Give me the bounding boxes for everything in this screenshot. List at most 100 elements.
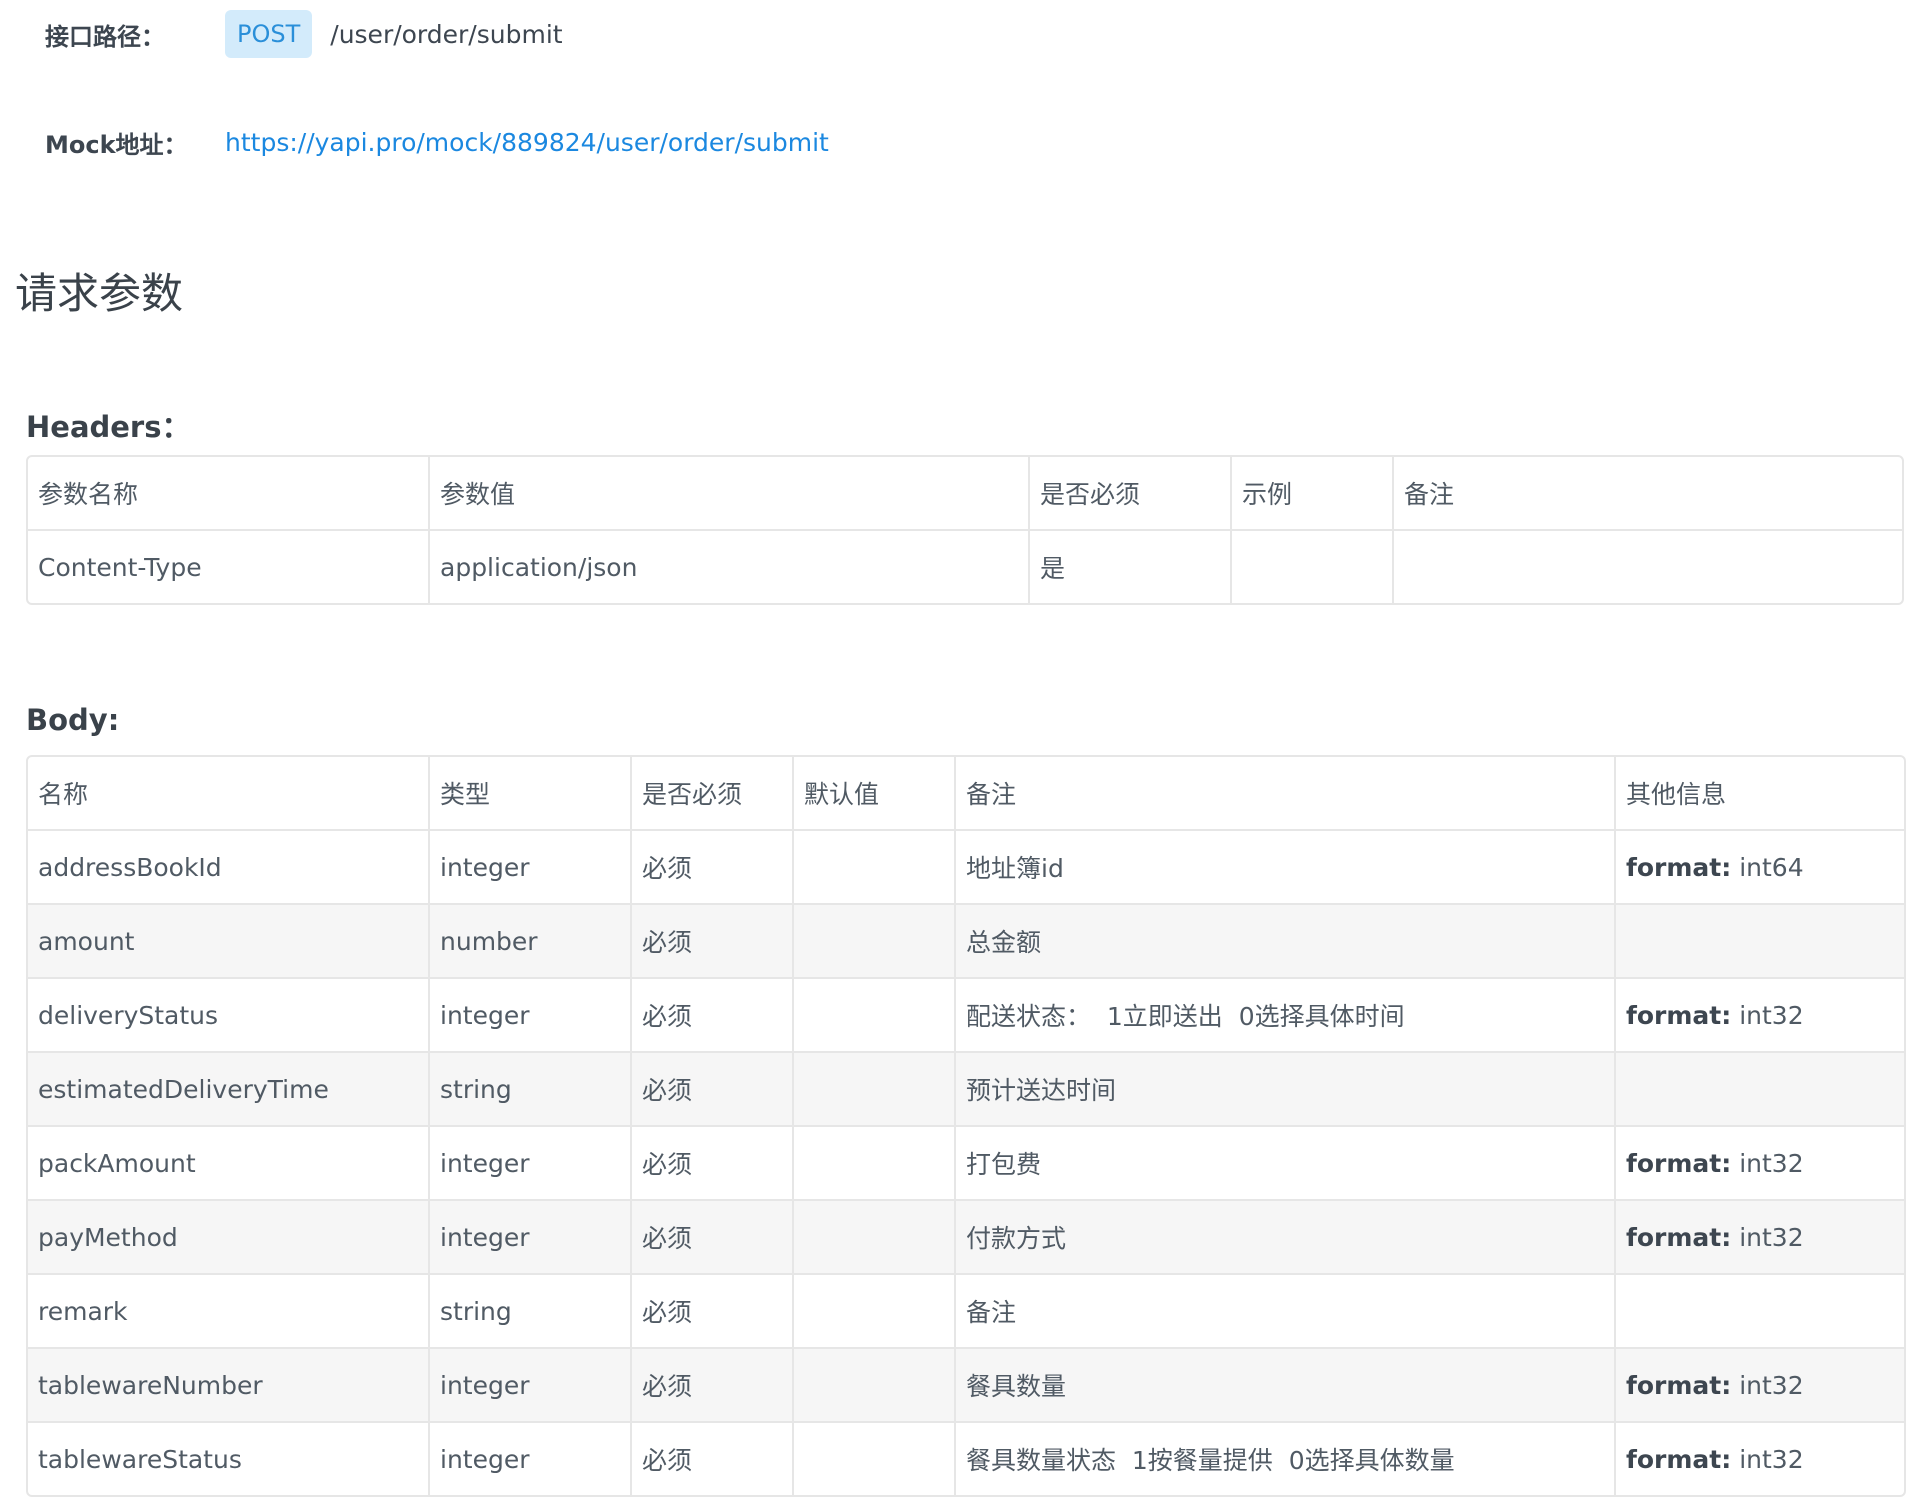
- param-default-cell: [793, 830, 956, 905]
- param-type-cell: string: [429, 1274, 632, 1349]
- format-value: int32: [1739, 1370, 1804, 1400]
- param-type-cell: string: [429, 1052, 632, 1127]
- table-row: tablewareNumber integer 必须 餐具数量 format: int3…: [28, 1348, 1904, 1423]
- headers-col-value: 参数值: [429, 457, 1030, 531]
- param-remark-cell: 总金额: [955, 904, 1616, 979]
- param-other-cell: [1615, 1274, 1904, 1349]
- header-remark-cell: [1393, 530, 1902, 603]
- headers-col-name: 参数名称: [28, 457, 430, 531]
- method-badge: POST: [225, 10, 313, 58]
- format-key: format:: [1626, 1000, 1732, 1030]
- body-col-remark: 备注: [955, 757, 1616, 831]
- param-default-cell: [793, 1052, 956, 1127]
- body-col-required: 是否必须: [631, 757, 794, 831]
- api-path-label: 接口路径：: [45, 22, 165, 51]
- param-required-cell: 必须: [631, 1200, 794, 1275]
- param-other-cell: format: int32: [1615, 1126, 1904, 1201]
- header-value-cell: application/json: [429, 530, 1030, 603]
- format-key: format:: [1626, 1444, 1732, 1474]
- param-required-cell: 必须: [631, 1274, 794, 1349]
- body-col-default: 默认值: [793, 757, 956, 831]
- format-value: int32: [1739, 1222, 1804, 1252]
- param-type-cell: integer: [429, 1126, 632, 1201]
- table-row: tablewareStatus integer 必须 餐具数量状态 1按餐量提供 0选…: [28, 1422, 1904, 1495]
- param-remark-cell: 餐具数量: [955, 1348, 1616, 1423]
- param-remark-cell: 预计送达时间: [955, 1052, 1616, 1127]
- table-row: Content-Type application/json 是: [28, 530, 1902, 603]
- body-col-other: 其他信息: [1615, 757, 1904, 831]
- body-title: Body:: [26, 703, 120, 737]
- param-name-cell: deliveryStatus: [28, 978, 430, 1053]
- param-remark-cell: 地址簿id: [955, 830, 1616, 905]
- param-type-cell: integer: [429, 1200, 632, 1275]
- body-col-name: 名称: [28, 757, 430, 831]
- param-name-cell: remark: [28, 1274, 430, 1349]
- param-other-cell: format: int32: [1615, 978, 1904, 1053]
- param-default-cell: [793, 904, 956, 979]
- table-row: payMethod integer 必须 付款方式 format: int32: [28, 1200, 1904, 1275]
- param-default-cell: [793, 1348, 956, 1423]
- format-key: format:: [1626, 1370, 1732, 1400]
- param-name-cell: packAmount: [28, 1126, 430, 1201]
- header-name-cell: Content-Type: [28, 530, 430, 603]
- param-required-cell: 必须: [631, 1052, 794, 1127]
- format-key: format:: [1626, 852, 1732, 882]
- param-other-cell: format: int32: [1615, 1422, 1904, 1495]
- body-col-type: 类型: [429, 757, 632, 831]
- param-type-cell: number: [429, 904, 632, 979]
- headers-col-remark: 备注: [1393, 457, 1902, 531]
- param-default-cell: [793, 1422, 956, 1495]
- param-other-cell: [1615, 1052, 1904, 1127]
- param-type-cell: integer: [429, 1422, 632, 1495]
- headers-title: Headers：: [26, 410, 191, 444]
- param-other-cell: format: int64: [1615, 830, 1904, 905]
- header-required-cell: 是: [1029, 530, 1232, 603]
- mock-url-row: Mock地址： https://yapi.pro/mock/889824/use…: [45, 125, 829, 160]
- param-required-cell: 必须: [631, 978, 794, 1053]
- api-path: /user/order/submit: [330, 19, 563, 49]
- format-key: format:: [1626, 1222, 1732, 1252]
- format-value: int32: [1739, 1148, 1804, 1178]
- param-default-cell: [793, 1126, 956, 1201]
- param-remark-cell: 付款方式: [955, 1200, 1616, 1275]
- format-value: int32: [1739, 1444, 1804, 1474]
- param-name-cell: amount: [28, 904, 430, 979]
- param-other-cell: format: int32: [1615, 1348, 1904, 1423]
- param-default-cell: [793, 978, 956, 1053]
- param-name-cell: tablewareNumber: [28, 1348, 430, 1423]
- param-name-cell: tablewareStatus: [28, 1422, 430, 1495]
- table-row: remark string 必须 备注: [28, 1274, 1904, 1349]
- param-name-cell: estimatedDeliveryTime: [28, 1052, 430, 1127]
- body-table: 名称 类型 是否必须 默认值 备注 其他信息 addressBookId inte…: [26, 755, 1906, 1497]
- mock-url-link[interactable]: https://yapi.pro/mock/889824/user/order/…: [225, 128, 829, 157]
- format-value: int32: [1739, 1000, 1804, 1030]
- param-required-cell: 必须: [631, 1348, 794, 1423]
- table-row: amount number 必须 总金额: [28, 904, 1904, 979]
- param-required-cell: 必须: [631, 1126, 794, 1201]
- param-remark-cell: 餐具数量状态 1按餐量提供 0选择具体数量: [955, 1422, 1616, 1495]
- format-key: format:: [1626, 1148, 1732, 1178]
- param-other-cell: [1615, 904, 1904, 979]
- api-path-row: 接口路径： POST /user/order/submit: [45, 10, 563, 58]
- param-name-cell: addressBookId: [28, 830, 430, 905]
- headers-col-required: 是否必须: [1029, 457, 1232, 531]
- table-row: packAmount integer 必须 打包费 format: int32: [28, 1126, 1904, 1201]
- param-name-cell: payMethod: [28, 1200, 430, 1275]
- param-type-cell: integer: [429, 1348, 632, 1423]
- param-remark-cell: 打包费: [955, 1126, 1616, 1201]
- header-example-cell: [1231, 530, 1394, 603]
- table-row: addressBookId integer 必须 地址簿id format: int64: [28, 830, 1904, 905]
- table-row: deliveryStatus integer 必须 配送状态： 1立即送出 0选择具体…: [28, 978, 1904, 1053]
- headers-table: 参数名称 参数值 是否必须 示例 备注 Content-Type applica…: [26, 455, 1904, 605]
- param-remark-cell: 备注: [955, 1274, 1616, 1349]
- mock-url-label: Mock地址：: [45, 131, 188, 159]
- param-remark-cell: 配送状态： 1立即送出 0选择具体时间: [955, 978, 1616, 1053]
- param-type-cell: integer: [429, 830, 632, 905]
- param-other-cell: format: int32: [1615, 1200, 1904, 1275]
- param-default-cell: [793, 1274, 956, 1349]
- headers-col-example: 示例: [1231, 457, 1394, 531]
- request-params-title: 请求参数: [15, 269, 184, 318]
- param-required-cell: 必须: [631, 1422, 794, 1495]
- param-default-cell: [793, 1200, 956, 1275]
- table-row: estimatedDeliveryTime string 必须 预计送达时间: [28, 1052, 1904, 1127]
